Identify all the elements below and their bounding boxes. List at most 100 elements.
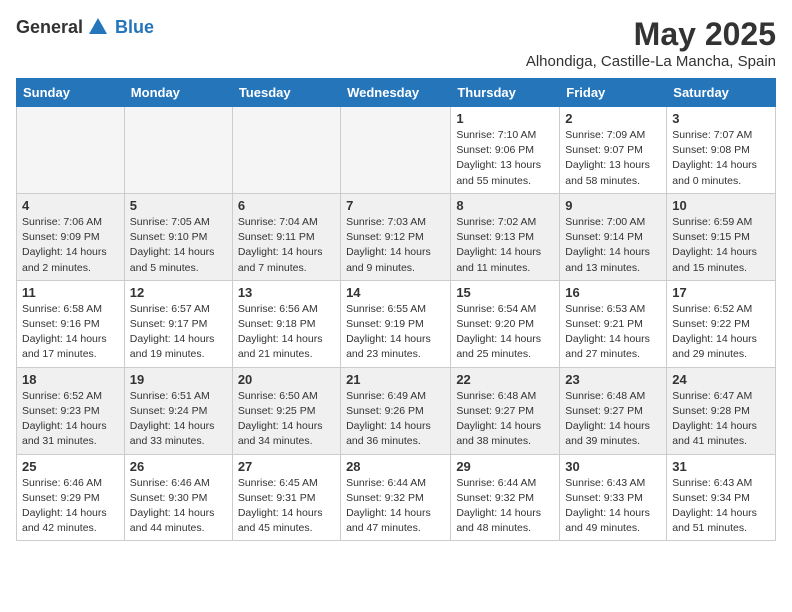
cell-text: Sunrise: 7:09 AM Sunset: 9:07 PM Dayligh… bbox=[565, 128, 661, 189]
cell-text: Sunrise: 6:43 AM Sunset: 9:34 PM Dayligh… bbox=[672, 476, 770, 537]
cell-text: Sunrise: 6:48 AM Sunset: 9:27 PM Dayligh… bbox=[456, 389, 554, 450]
cal-cell: 2 Sunrise: 7:09 AM Sunset: 9:07 PM Daylig… bbox=[560, 107, 667, 194]
day-number: 22 bbox=[456, 372, 554, 387]
cell-text: Sunrise: 6:46 AM Sunset: 9:29 PM Dayligh… bbox=[22, 476, 119, 537]
cal-cell: 21Sunrise: 6:49 AM Sunset: 9:26 PM Dayli… bbox=[341, 367, 451, 454]
title-area: May 2025 Alhondiga, Castille-La Mancha, … bbox=[526, 16, 776, 70]
cal-cell bbox=[232, 107, 340, 194]
subtitle: Alhondiga, Castille-La Mancha, Spain bbox=[526, 53, 776, 70]
cal-cell: 26 Sunrise: 6:46 AM Sunset: 9:30 PM Dayli… bbox=[124, 454, 232, 541]
cal-cell bbox=[17, 107, 125, 194]
cal-cell: 20 Sunrise: 6:50 AM Sunset: 9:25 PM Dayli… bbox=[232, 367, 340, 454]
cell-text: Sunrise: 6:43 AM Sunset: 9:33 PM Dayligh… bbox=[565, 476, 661, 537]
cell-text: Sunrise: 6:46 AM Sunset: 9:30 PM Dayligh… bbox=[130, 476, 227, 537]
cell-text: Sunrise: 6:45 AM Sunset: 9:31 PM Dayligh… bbox=[238, 476, 335, 537]
day-number: 7 bbox=[346, 198, 445, 213]
cal-cell bbox=[341, 107, 451, 194]
day-number: 3 bbox=[672, 111, 770, 126]
cell-text: Sunrise: 6:52 AM Sunset: 9:22 PM Dayligh… bbox=[672, 302, 770, 363]
cell-text: Sunrise: 7:03 AM Sunset: 9:12 PM Dayligh… bbox=[346, 215, 445, 276]
day-number: 9 bbox=[565, 198, 661, 213]
cal-cell: 27 Sunrise: 6:45 AM Sunset: 9:31 PM Dayli… bbox=[232, 454, 340, 541]
cell-text: Sunrise: 6:55 AM Sunset: 9:19 PM Dayligh… bbox=[346, 302, 445, 363]
cal-cell: 13Sunrise: 6:56 AM Sunset: 9:18 PM Dayli… bbox=[232, 280, 340, 367]
cal-cell: 14 Sunrise: 6:55 AM Sunset: 9:19 PM Dayli… bbox=[341, 280, 451, 367]
cell-text: Sunrise: 7:06 AM Sunset: 9:09 PM Dayligh… bbox=[22, 215, 119, 276]
cell-text: Sunrise: 6:54 AM Sunset: 9:20 PM Dayligh… bbox=[456, 302, 554, 363]
day-number: 15 bbox=[456, 285, 554, 300]
cell-text: Sunrise: 6:48 AM Sunset: 9:27 PM Dayligh… bbox=[565, 389, 661, 450]
cell-text: Sunrise: 6:52 AM Sunset: 9:23 PM Dayligh… bbox=[22, 389, 119, 450]
cal-cell: 28 Sunrise: 6:44 AM Sunset: 9:32 PM Dayli… bbox=[341, 454, 451, 541]
day-number: 10 bbox=[672, 198, 770, 213]
cal-cell: 30 Sunrise: 6:43 AM Sunset: 9:33 PM Dayli… bbox=[560, 454, 667, 541]
day-number: 16 bbox=[565, 285, 661, 300]
cell-text: Sunrise: 6:50 AM Sunset: 9:25 PM Dayligh… bbox=[238, 389, 335, 450]
cell-text: Sunrise: 6:47 AM Sunset: 9:28 PM Dayligh… bbox=[672, 389, 770, 450]
cal-cell: 5Sunrise: 7:05 AM Sunset: 9:10 PM Daylig… bbox=[124, 193, 232, 280]
cell-text: Sunrise: 7:02 AM Sunset: 9:13 PM Dayligh… bbox=[456, 215, 554, 276]
cal-cell: 12 Sunrise: 6:57 AM Sunset: 9:17 PM Dayli… bbox=[124, 280, 232, 367]
cell-text: Sunrise: 6:58 AM Sunset: 9:16 PM Dayligh… bbox=[22, 302, 119, 363]
cal-cell: 17 Sunrise: 6:52 AM Sunset: 9:22 PM Dayli… bbox=[667, 280, 776, 367]
day-header-tuesday: Tuesday bbox=[232, 79, 340, 107]
logo: General Blue bbox=[16, 16, 154, 38]
day-number: 6 bbox=[238, 198, 335, 213]
day-number: 12 bbox=[130, 285, 227, 300]
day-header-wednesday: Wednesday bbox=[341, 79, 451, 107]
cell-text: Sunrise: 6:53 AM Sunset: 9:21 PM Dayligh… bbox=[565, 302, 661, 363]
day-number: 24 bbox=[672, 372, 770, 387]
cell-text: Sunrise: 7:00 AM Sunset: 9:14 PM Dayligh… bbox=[565, 215, 661, 276]
day-header-saturday: Saturday bbox=[667, 79, 776, 107]
week-row-5: 25Sunrise: 6:46 AM Sunset: 9:29 PM Dayli… bbox=[17, 454, 776, 541]
page-header: General Blue May 2025 Alhondiga, Castill… bbox=[16, 16, 776, 70]
day-number: 13 bbox=[238, 285, 335, 300]
day-header-monday: Monday bbox=[124, 79, 232, 107]
cal-cell: 11 Sunrise: 6:58 AM Sunset: 9:16 PM Dayli… bbox=[17, 280, 125, 367]
cell-text: Sunrise: 7:07 AM Sunset: 9:08 PM Dayligh… bbox=[672, 128, 770, 189]
cell-text: Sunrise: 6:44 AM Sunset: 9:32 PM Dayligh… bbox=[456, 476, 554, 537]
cell-text: Sunrise: 6:59 AM Sunset: 9:15 PM Dayligh… bbox=[672, 215, 770, 276]
cal-cell: 18 Sunrise: 6:52 AM Sunset: 9:23 PM Dayli… bbox=[17, 367, 125, 454]
day-number: 8 bbox=[456, 198, 554, 213]
cell-text: Sunrise: 6:51 AM Sunset: 9:24 PM Dayligh… bbox=[130, 389, 227, 450]
week-row-4: 18 Sunrise: 6:52 AM Sunset: 9:23 PM Dayli… bbox=[17, 367, 776, 454]
day-number: 18 bbox=[22, 372, 119, 387]
day-number: 23 bbox=[565, 372, 661, 387]
cell-text: Sunrise: 7:10 AM Sunset: 9:06 PM Dayligh… bbox=[456, 128, 554, 189]
cal-cell: 4 Sunrise: 7:06 AM Sunset: 9:09 PM Daylig… bbox=[17, 193, 125, 280]
day-number: 20 bbox=[238, 372, 335, 387]
day-header-sunday: Sunday bbox=[17, 79, 125, 107]
week-row-3: 11 Sunrise: 6:58 AM Sunset: 9:16 PM Dayli… bbox=[17, 280, 776, 367]
day-number: 21 bbox=[346, 372, 445, 387]
day-number: 17 bbox=[672, 285, 770, 300]
cal-cell: 10 Sunrise: 6:59 AM Sunset: 9:15 PM Dayli… bbox=[667, 193, 776, 280]
day-number: 5 bbox=[130, 198, 227, 213]
day-number: 30 bbox=[565, 459, 661, 474]
day-number: 4 bbox=[22, 198, 119, 213]
day-number: 28 bbox=[346, 459, 445, 474]
day-number: 26 bbox=[130, 459, 227, 474]
cell-text: Sunrise: 6:44 AM Sunset: 9:32 PM Dayligh… bbox=[346, 476, 445, 537]
cal-cell: 3 Sunrise: 7:07 AM Sunset: 9:08 PM Daylig… bbox=[667, 107, 776, 194]
calendar-body: 1Sunrise: 7:10 AM Sunset: 9:06 PM Daylig… bbox=[17, 107, 776, 541]
day-number: 2 bbox=[565, 111, 661, 126]
cal-cell: 19Sunrise: 6:51 AM Sunset: 9:24 PM Dayli… bbox=[124, 367, 232, 454]
cal-cell: 29Sunrise: 6:44 AM Sunset: 9:32 PM Dayli… bbox=[451, 454, 560, 541]
cal-cell: 22 Sunrise: 6:48 AM Sunset: 9:27 PM Dayli… bbox=[451, 367, 560, 454]
cal-cell: 25Sunrise: 6:46 AM Sunset: 9:29 PM Dayli… bbox=[17, 454, 125, 541]
logo-general: General bbox=[16, 17, 83, 38]
cal-cell bbox=[124, 107, 232, 194]
cal-cell: 15 Sunrise: 6:54 AM Sunset: 9:20 PM Dayli… bbox=[451, 280, 560, 367]
day-number: 31 bbox=[672, 459, 770, 474]
day-number: 14 bbox=[346, 285, 445, 300]
week-row-2: 4 Sunrise: 7:06 AM Sunset: 9:09 PM Daylig… bbox=[17, 193, 776, 280]
cal-cell: 9 Sunrise: 7:00 AM Sunset: 9:14 PM Daylig… bbox=[560, 193, 667, 280]
logo-icon bbox=[87, 16, 109, 38]
day-number: 27 bbox=[238, 459, 335, 474]
cal-cell: 7 Sunrise: 7:03 AM Sunset: 9:12 PM Daylig… bbox=[341, 193, 451, 280]
cell-text: Sunrise: 6:57 AM Sunset: 9:17 PM Dayligh… bbox=[130, 302, 227, 363]
day-header-row: SundayMondayTuesdayWednesdayThursdayFrid… bbox=[17, 79, 776, 107]
cal-cell: 8 Sunrise: 7:02 AM Sunset: 9:13 PM Daylig… bbox=[451, 193, 560, 280]
day-number: 11 bbox=[22, 285, 119, 300]
